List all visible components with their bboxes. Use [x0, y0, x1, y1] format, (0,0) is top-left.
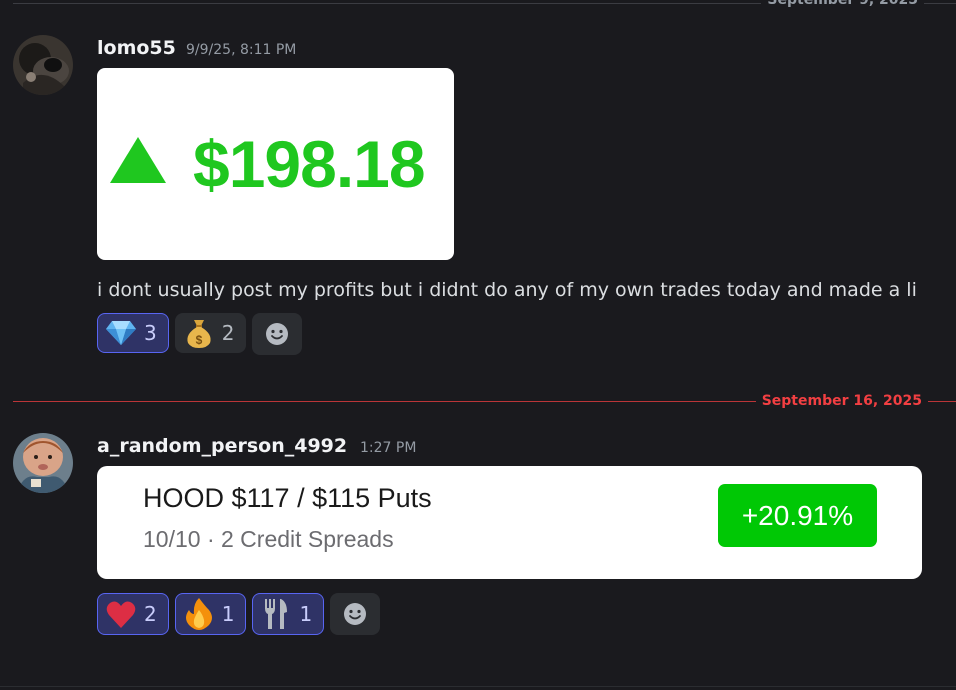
add-reaction-button[interactable]	[330, 593, 381, 635]
avatar[interactable]	[13, 433, 73, 493]
message-timestamp: 9/9/25, 8:11 PM	[186, 42, 297, 58]
reaction-bar: 3 $ 2	[97, 313, 303, 355]
avatar[interactable]	[13, 35, 73, 95]
smiley-icon	[344, 603, 367, 625]
gem-icon	[106, 318, 136, 348]
up-triangle-icon	[110, 137, 166, 183]
trade-subtitle: 10/10 · 2 Credit Spreads	[143, 526, 394, 552]
message-text: i dont usually post my profits but i did…	[97, 279, 917, 301]
divider-date-label: September 16, 2025	[755, 392, 928, 410]
fire-icon	[184, 598, 214, 630]
reaction-gem[interactable]: 3	[97, 313, 169, 353]
add-reaction-button[interactable]	[252, 313, 303, 355]
reaction-count: 1	[221, 602, 235, 626]
reaction-count: 2	[144, 602, 157, 626]
date-divider: September 9, 2025	[13, 0, 956, 9]
reaction-money-bag[interactable]: $ 2	[174, 313, 247, 353]
message-timestamp: 1:27 PM	[360, 440, 417, 456]
reaction-count: 2	[221, 321, 235, 345]
smiley-icon	[266, 323, 289, 345]
message-author[interactable]: a_random_person_4992	[97, 434, 347, 458]
profit-amount: $198.18	[193, 127, 426, 201]
svg-text:$: $	[195, 333, 202, 347]
reaction-bar: 2 1 1	[97, 593, 381, 635]
fork-knife-icon	[261, 599, 291, 629]
divider-date-label: September 9, 2025	[761, 0, 924, 9]
percent-change-badge: +20.91%	[718, 484, 877, 547]
bottom-divider	[0, 686, 956, 687]
reaction-fire[interactable]: 1	[174, 593, 247, 635]
chat-view: September 9, 2025 lomo55 9/9/25, 8:11 PM…	[0, 0, 956, 690]
reaction-count: 3	[144, 321, 157, 345]
trade-card-attachment[interactable]: HOOD $117 / $115 Puts 10/10 · 2 Credit S…	[97, 466, 922, 579]
reaction-fork-knife[interactable]: 1	[252, 593, 325, 635]
reaction-heart[interactable]: 2	[97, 593, 169, 635]
heart-icon	[106, 599, 136, 629]
message-author[interactable]: lomo55	[97, 36, 176, 60]
reaction-count: 1	[299, 602, 313, 626]
money-bag-icon: $	[184, 318, 214, 348]
trade-title: HOOD $117 / $115 Puts	[143, 483, 432, 513]
profit-image-attachment[interactable]: $198.18	[97, 68, 454, 260]
new-messages-divider: September 16, 2025	[13, 392, 956, 410]
